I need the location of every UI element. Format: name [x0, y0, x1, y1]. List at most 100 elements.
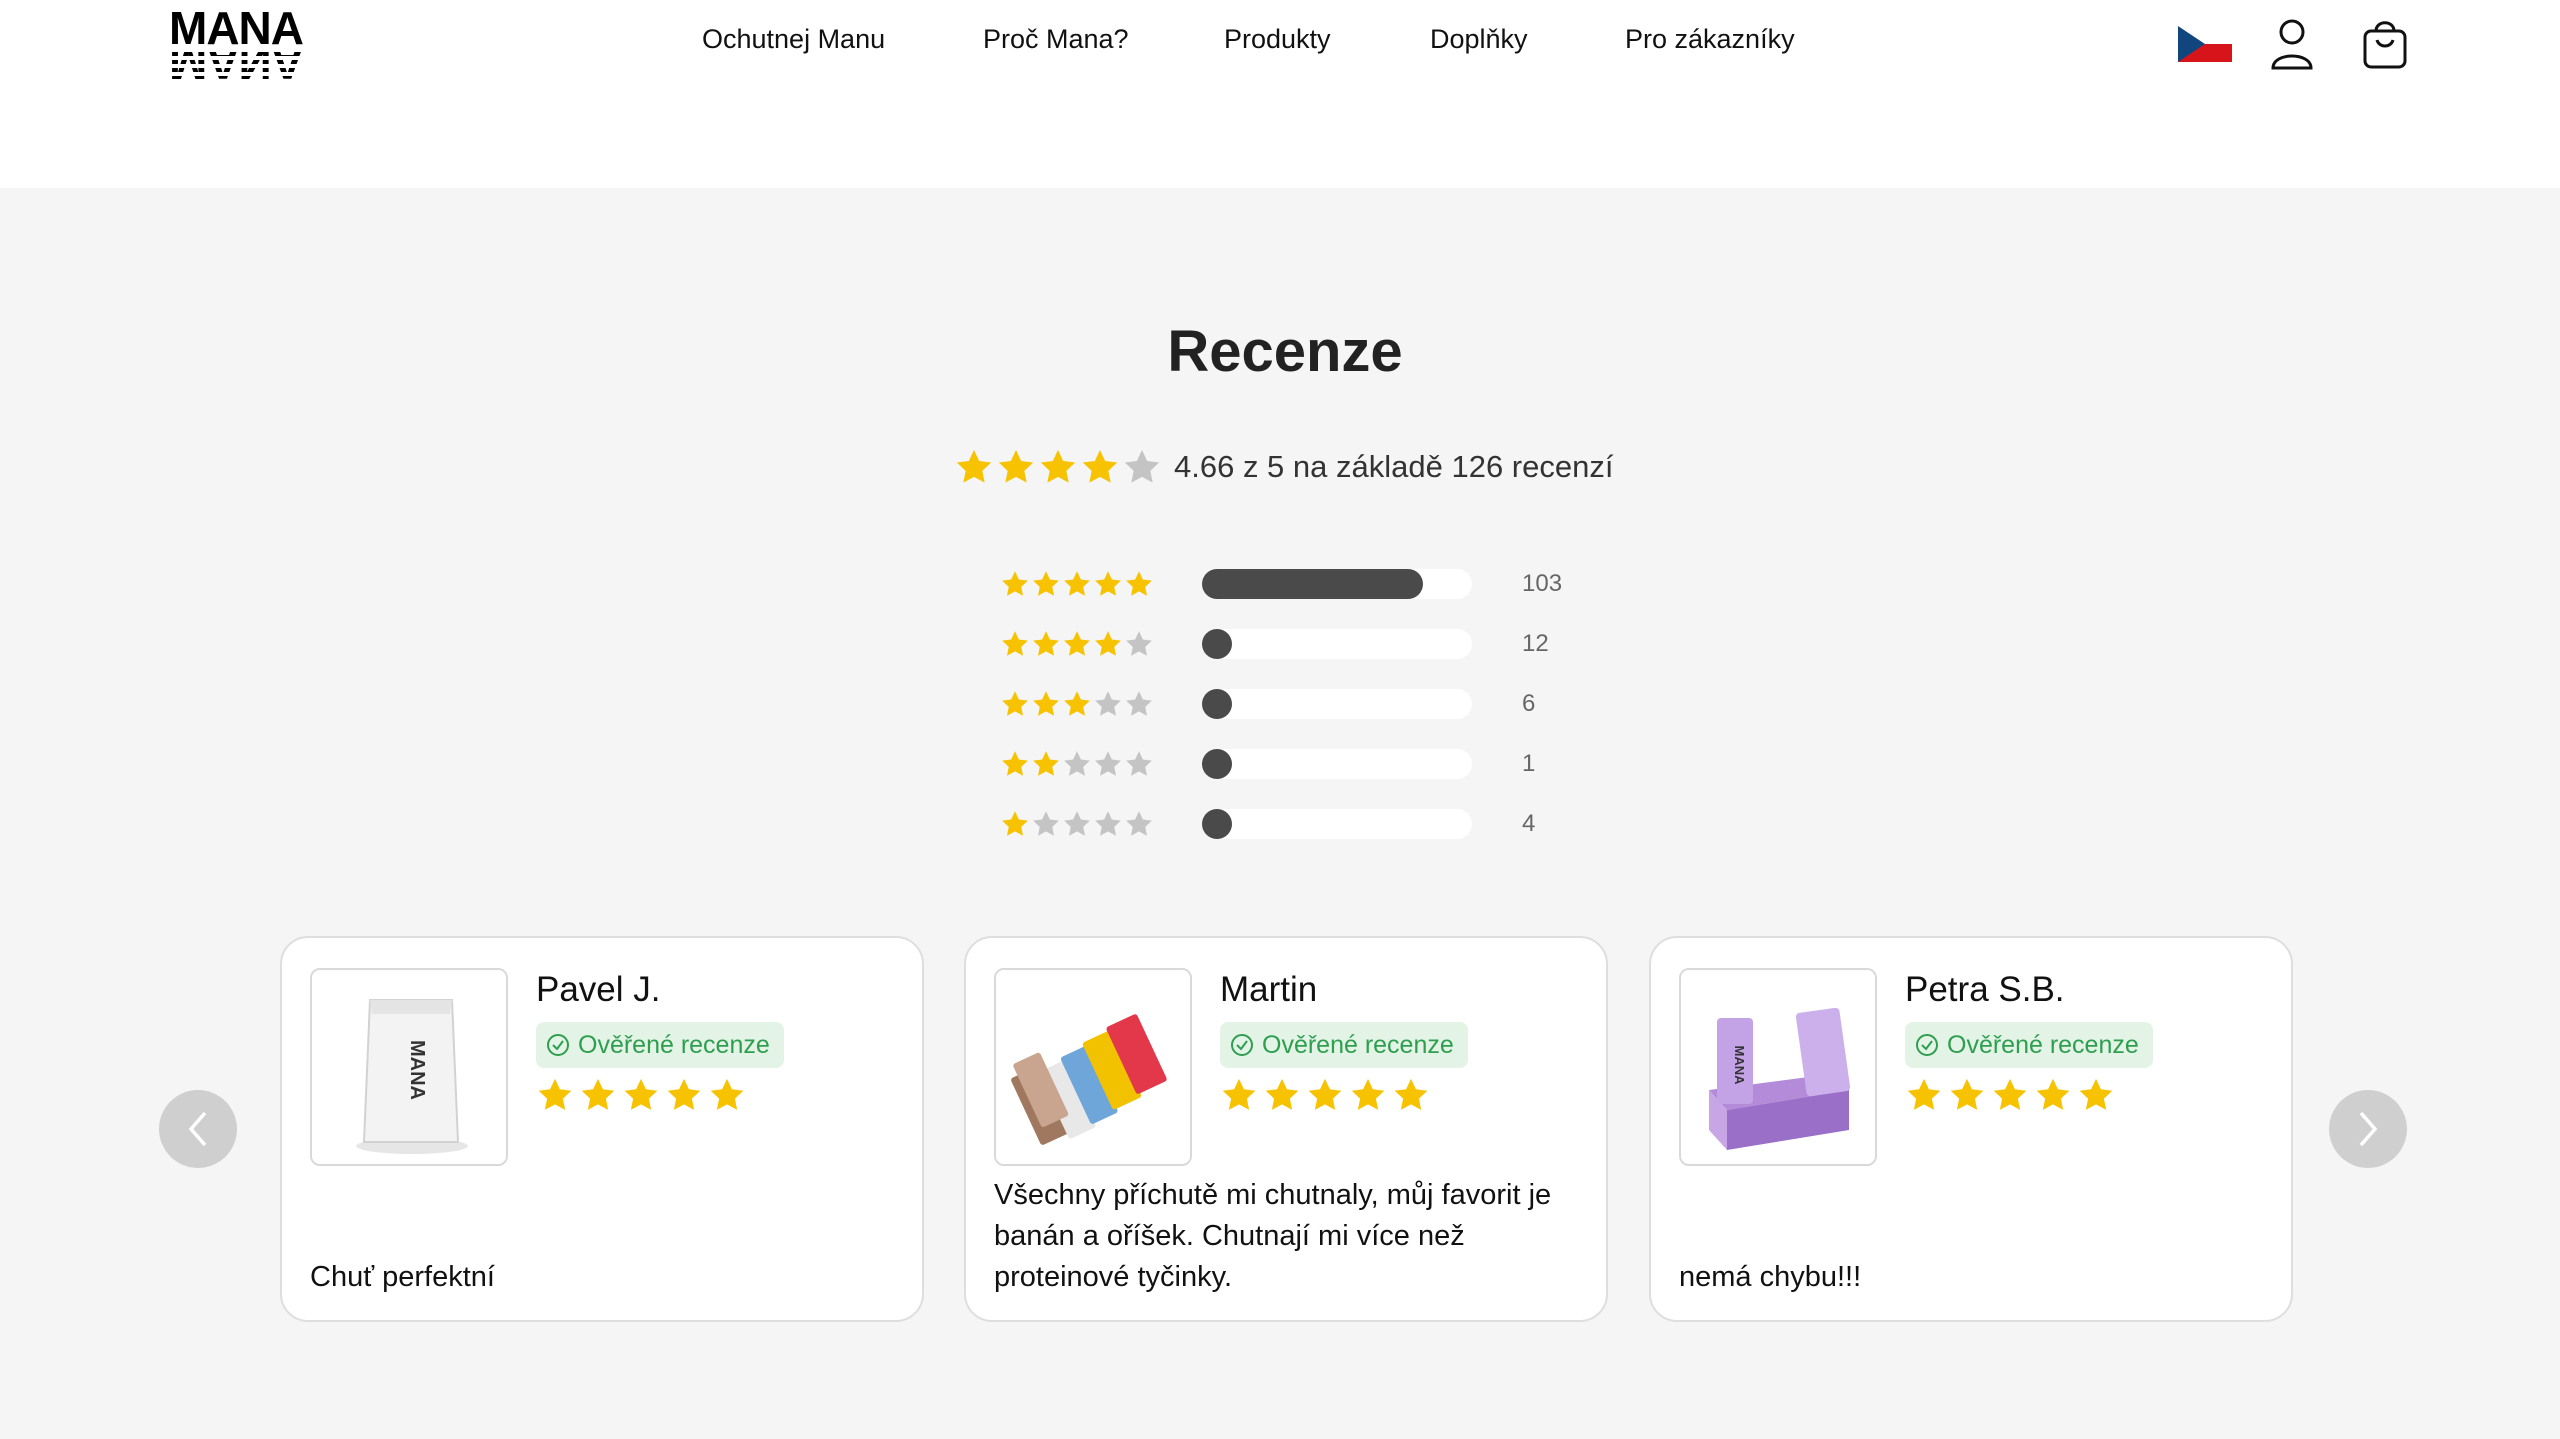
review-card: MANA Pavel J. Ověřené recenze Chuť perfe… — [280, 936, 924, 1322]
rating-count: 6 — [1522, 690, 1536, 717]
star-icon — [998, 450, 1034, 483]
star-icon — [1126, 751, 1152, 776]
star-icon — [1126, 631, 1152, 656]
rating-bar-fill — [1202, 629, 1232, 659]
star-icon — [1095, 751, 1121, 776]
star-icon — [1002, 811, 1028, 836]
star-icon — [2036, 1078, 2070, 1110]
row-stars — [1000, 809, 1202, 839]
nav-ochutnej-manu[interactable]: Ochutnej Manu — [702, 24, 885, 55]
reviews-title: Recenze — [1167, 319, 1403, 384]
star-icon — [956, 450, 992, 483]
review-card: MANA Petra S.B. Ověřené recenze nemá chy… — [1649, 936, 2293, 1322]
star-icon — [1993, 1078, 2027, 1110]
rating-bar-track[interactable] — [1202, 809, 1472, 839]
star-icon — [1351, 1078, 1385, 1110]
star-icon — [1124, 450, 1160, 483]
card-stars — [1220, 1076, 1430, 1114]
product-image-mana-powder-bag[interactable]: MANA — [310, 968, 508, 1166]
chevron-left-icon — [188, 1111, 207, 1147]
star-icon — [1033, 631, 1059, 656]
rating-count: 12 — [1522, 630, 1549, 657]
rating-row-2-stars[interactable]: 1 — [1000, 746, 1600, 782]
rating-bar-fill — [1202, 809, 1232, 839]
star-icon — [1064, 691, 1090, 716]
carousel-next-button[interactable] — [2329, 1090, 2407, 1168]
reviewer-name: Martin — [1220, 970, 1318, 1009]
review-text-content: Všechny příchutě mi chutnaly, můj favori… — [994, 1179, 1552, 1293]
star-icon — [1002, 571, 1028, 596]
star-icon — [1095, 631, 1121, 656]
rating-bar-track[interactable] — [1202, 749, 1472, 779]
check-circle-icon — [547, 1034, 569, 1056]
nav-pro-zakazniky[interactable]: Pro zákazníky — [1625, 24, 1795, 55]
rating-count: 103 — [1522, 570, 1563, 597]
star-icon — [1033, 571, 1059, 596]
rating-row-4-stars[interactable]: 12 — [1000, 626, 1600, 662]
rating-bar-track[interactable] — [1202, 569, 1472, 599]
rating-bar-track[interactable] — [1202, 629, 1472, 659]
review-text: Chuť perfektní — [310, 1168, 900, 1298]
card-stars — [1905, 1076, 2115, 1114]
check-circle-icon — [1916, 1034, 1938, 1056]
verified-badge-label: Ověřené recenze — [1947, 1030, 2139, 1059]
rating-row-5-stars[interactable]: 103 — [1000, 566, 1600, 602]
nav-proc-mana[interactable]: Proč Mana? — [983, 24, 1129, 55]
rating-bar-fill — [1202, 689, 1232, 719]
row-stars — [1000, 689, 1202, 719]
rating-count: 1 — [1522, 750, 1536, 777]
verified-badge: Ověřené recenze — [536, 1022, 784, 1068]
product-image-mana-bars-assortment[interactable] — [994, 968, 1192, 1166]
rating-row-1-stars[interactable]: 4 — [1000, 806, 1600, 842]
card-stars — [536, 1076, 746, 1114]
rating-bar-fill — [1202, 749, 1232, 779]
star-icon — [1095, 571, 1121, 596]
star-icon — [1002, 631, 1028, 656]
star-icon — [1095, 691, 1121, 716]
verified-badge-label: Ověřené recenze — [578, 1030, 770, 1059]
star-icon — [1308, 1078, 1342, 1110]
svg-text:MANA: MANA — [1732, 1046, 1747, 1086]
reviewer-name: Pavel J. — [536, 970, 661, 1009]
shopping-bag-icon[interactable] — [2362, 18, 2408, 70]
rating-row-3-stars[interactable]: 6 — [1000, 686, 1600, 722]
star-icon — [1095, 811, 1121, 836]
star-icon — [1082, 450, 1118, 483]
verified-badge-label: Ověřené recenze — [1262, 1030, 1454, 1059]
user-icon[interactable] — [2270, 18, 2314, 70]
rating-summary-text: 4.66 z 5 na základě 126 recenzí — [1174, 449, 1614, 484]
star-icon — [1265, 1078, 1299, 1110]
rating-summary: 4.66 z 5 na základě 126 recenzí — [954, 442, 1613, 492]
carousel-prev-button[interactable] — [159, 1090, 237, 1168]
star-icon — [1040, 450, 1076, 483]
review-text-content: Chuť perfektní — [310, 1261, 495, 1293]
star-icon — [1950, 1078, 1984, 1110]
star-icon — [581, 1078, 615, 1110]
star-icon — [1033, 691, 1059, 716]
czech-flag-icon[interactable] — [2178, 26, 2232, 62]
star-icon — [1064, 751, 1090, 776]
review-text: nemá chybu!!! — [1679, 1168, 2269, 1298]
star-icon — [1064, 571, 1090, 596]
rating-bar-track[interactable] — [1202, 689, 1472, 719]
review-text: Všechny příchutě mi chutnaly, můj favori… — [994, 1168, 1584, 1298]
summary-stars — [954, 447, 1162, 487]
main-nav: Ochutnej Manu Proč Mana? Produkty Doplňk… — [0, 24, 2560, 64]
review-text-content: nemá chybu!!! — [1679, 1261, 1862, 1293]
verified-badge: Ověřené recenze — [1220, 1022, 1468, 1068]
star-icon — [1033, 811, 1059, 836]
star-icon — [2079, 1078, 2113, 1110]
rating-count: 4 — [1522, 810, 1536, 837]
star-icon — [1064, 811, 1090, 836]
product-image-mana-bars-box[interactable]: MANA — [1679, 968, 1877, 1166]
nav-produkty[interactable]: Produkty — [1224, 24, 1331, 55]
rating-bar-fill — [1202, 569, 1424, 599]
verified-badge: Ověřené recenze — [1905, 1022, 2153, 1068]
star-icon — [1126, 691, 1152, 716]
star-icon — [1907, 1078, 1941, 1110]
reviewer-name: Petra S.B. — [1905, 970, 2065, 1009]
row-stars — [1000, 569, 1202, 599]
svg-text:MANA: MANA — [406, 1040, 428, 1100]
nav-doplnky[interactable]: Doplňky — [1430, 24, 1528, 55]
star-icon — [710, 1078, 744, 1110]
